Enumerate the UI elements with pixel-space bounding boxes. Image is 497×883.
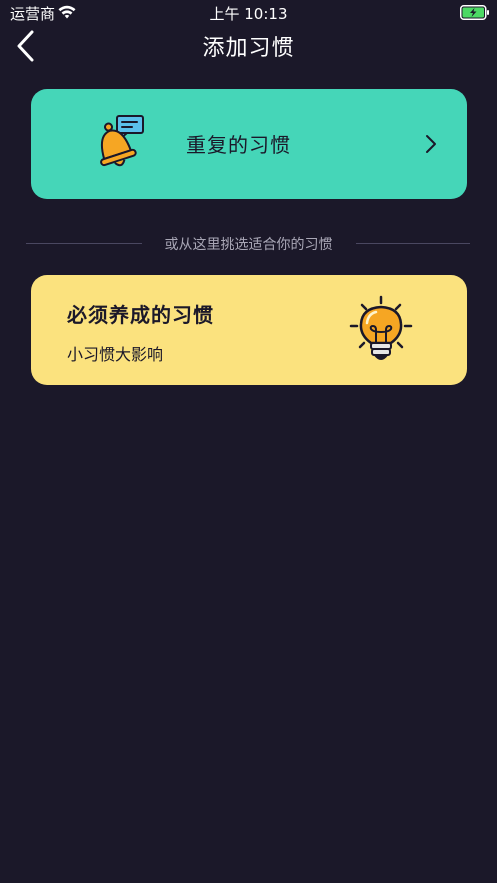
battery-icon <box>460 5 489 20</box>
chevron-right-icon <box>426 135 436 153</box>
nav-bar: 添加习惯 <box>0 26 497 66</box>
page-title: 添加习惯 <box>202 36 295 61</box>
repeat-habit-card[interactable]: 重复的习惯 <box>31 89 467 199</box>
divider-text: 或从这里挑选适合你的习惯 <box>164 237 333 253</box>
status-time: 上午 10:13 <box>209 5 288 23</box>
repeat-habit-label: 重复的习惯 <box>186 133 291 157</box>
divider-line-right <box>356 243 470 244</box>
must-habit-title: 必须养成的习惯 <box>67 303 214 327</box>
bell-icon <box>100 115 144 167</box>
must-habit-card[interactable]: 必须养成的习惯 小习惯大影响 <box>31 275 467 385</box>
lightbulb-icon <box>349 295 413 360</box>
status-bar: 运营商 上午 10:13 <box>0 0 497 26</box>
must-habit-subtitle: 小习惯大影响 <box>67 345 164 364</box>
